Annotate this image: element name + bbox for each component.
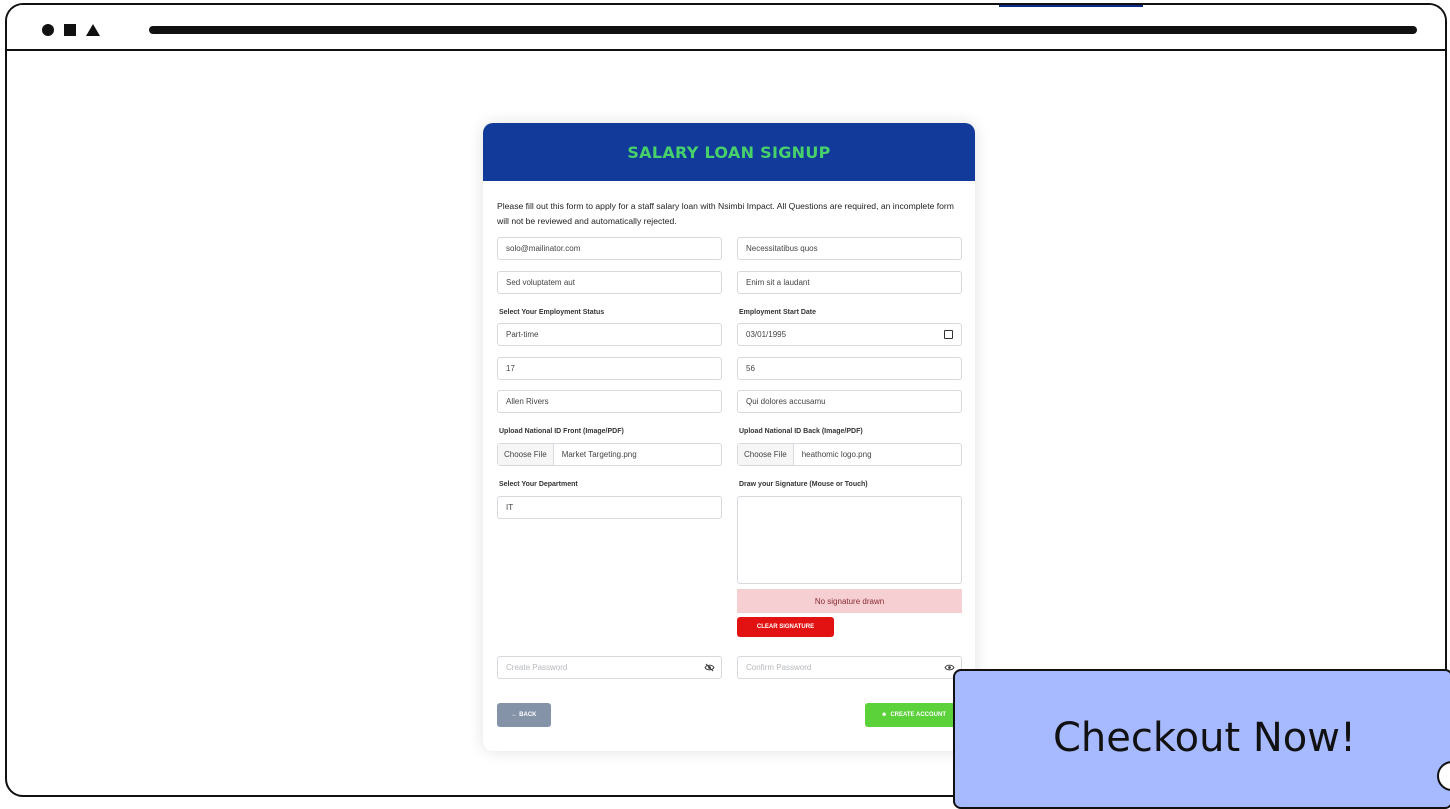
triangle-control-icon[interactable]	[86, 24, 100, 36]
employment-status-label: Select Your Employment Status	[499, 309, 605, 316]
password-placeholder: Create Password	[506, 663, 568, 672]
confirm-password-field[interactable]: Confirm Password	[737, 656, 962, 679]
help-circle-icon[interactable]	[1437, 761, 1450, 791]
text-field-second-right[interactable]: Enim sit a laudant	[737, 271, 962, 294]
eye-slash-icon[interactable]	[704, 663, 715, 672]
id-front-filename: Market Targeting.png	[561, 450, 637, 459]
choose-file-button-front[interactable]: Choose File	[498, 444, 554, 465]
number-field-right[interactable]: 56	[737, 357, 962, 380]
signature-label: Draw your Signature (Mouse or Touch)	[739, 481, 868, 488]
department-select[interactable]: IT	[497, 496, 722, 519]
checkout-label: Checkout Now!	[1053, 715, 1356, 761]
active-tab-indicator	[999, 5, 1143, 7]
circle-control-icon[interactable]	[42, 24, 54, 36]
id-back-label: Upload National ID Back (Image/PDF)	[739, 428, 863, 435]
eye-icon[interactable]	[944, 663, 955, 672]
employment-start-date-input[interactable]: 03/01/1995	[737, 323, 962, 346]
text-field-fifth-right[interactable]: Qui dolores accusamu	[737, 390, 962, 413]
number-field-left[interactable]: 17	[497, 357, 722, 380]
checkout-now-button[interactable]: Checkout Now!	[953, 669, 1450, 809]
square-control-icon[interactable]	[64, 24, 76, 36]
clear-signature-button[interactable]: CLEAR SIGNATURE	[737, 617, 834, 637]
signature-pad[interactable]	[737, 496, 962, 584]
signature-status: No signature drawn	[737, 589, 962, 613]
calendar-icon[interactable]	[944, 330, 953, 339]
employment-status-select[interactable]: Part-time	[497, 323, 722, 346]
department-label: Select Your Department	[499, 481, 578, 488]
choose-file-button-back[interactable]: Choose File	[738, 444, 794, 465]
password-field[interactable]: Create Password	[497, 656, 722, 679]
back-button[interactable]: ← BACK	[497, 703, 551, 727]
user-plus-icon: ☻	[881, 712, 888, 718]
window-controls	[42, 24, 100, 36]
employment-start-label: Employment Start Date	[739, 309, 817, 316]
id-front-label: Upload National ID Front (Image/PDF)	[499, 428, 624, 435]
name-field-left[interactable]: Allen Rivers	[497, 390, 722, 413]
employment-start-date-value: 03/01/1995	[746, 330, 787, 339]
form-title: SALARY LOAN SIGNUP	[627, 142, 831, 162]
text-field-second-left[interactable]: Sed voluptatem aut	[497, 271, 722, 294]
signup-form-card: SALARY LOAN SIGNUP Please fill out this …	[483, 123, 975, 751]
create-account-button[interactable]: ☻ CREATE ACCOUNT	[865, 703, 962, 727]
create-account-label: CREATE ACCOUNT	[890, 712, 946, 718]
id-back-file-input[interactable]: Choose File heathomic logo.png	[737, 443, 962, 466]
text-field-top-right[interactable]: Necessitatibus quos	[737, 237, 962, 260]
form-intro: Please fill out this form to apply for a…	[497, 201, 954, 226]
form-header: SALARY LOAN SIGNUP	[483, 123, 975, 181]
email-field[interactable]: solo@mailinator.com	[497, 237, 722, 260]
id-front-file-input[interactable]: Choose File Market Targeting.png	[497, 443, 722, 466]
confirm-password-placeholder: Confirm Password	[746, 663, 812, 672]
browser-topbar	[7, 5, 1445, 51]
address-bar[interactable]	[149, 26, 1417, 34]
id-back-filename: heathomic logo.png	[801, 450, 872, 459]
